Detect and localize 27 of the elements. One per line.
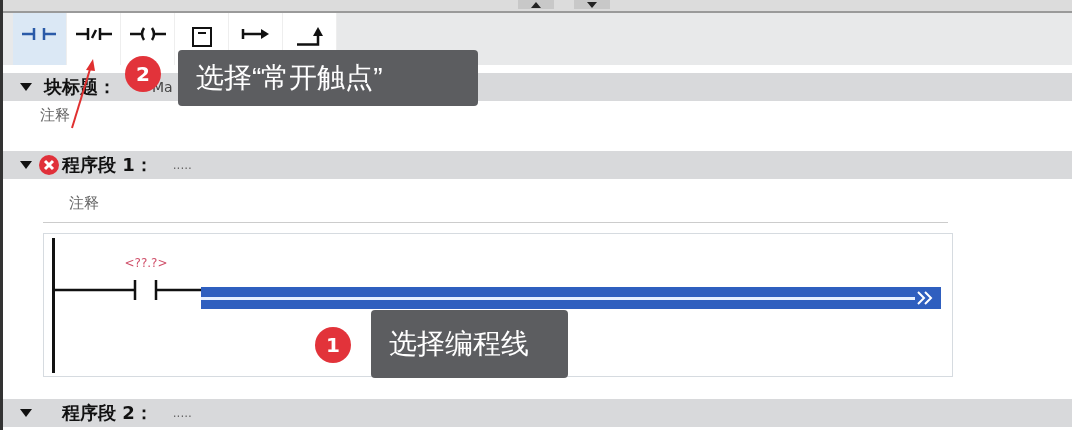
network-label: 程序段 2： [62,401,153,425]
toolbar-button[interactable] [121,13,175,65]
toolbar-button[interactable] [67,13,121,65]
selected-wire[interactable] [201,287,941,309]
scroll-down-button[interactable] [574,0,610,9]
branch-up-icon [296,27,323,46]
operand-placeholder[interactable]: <??.?> [124,256,168,270]
coil-icon [129,27,166,41]
contact-symbol[interactable] [55,279,201,301]
branch-arrow-icon [240,27,271,41]
network-title[interactable]: ..... [172,406,192,420]
contact-icon [21,27,58,41]
box-icon [191,27,212,47]
collapse-triangle-icon[interactable] [20,82,32,92]
collapse-triangle-icon[interactable] [20,408,32,418]
network-title[interactable]: ..... [172,158,192,172]
double-chevron-icon [917,291,933,305]
closed-contact-icon [75,27,112,41]
callout-tooltip: 选择“常开触点” [178,50,478,106]
comment-text[interactable]: 注释 [3,189,1072,217]
caret-down-icon [587,1,597,8]
callout-tooltip: 选择编程线 [371,310,568,378]
caret-up-icon [531,1,541,8]
step-number-tooltip: 1 [315,327,351,363]
collapse-triangle-icon[interactable] [20,160,32,170]
scroll-up-button[interactable] [518,0,554,9]
network-label: 程序段 1： [62,153,153,177]
